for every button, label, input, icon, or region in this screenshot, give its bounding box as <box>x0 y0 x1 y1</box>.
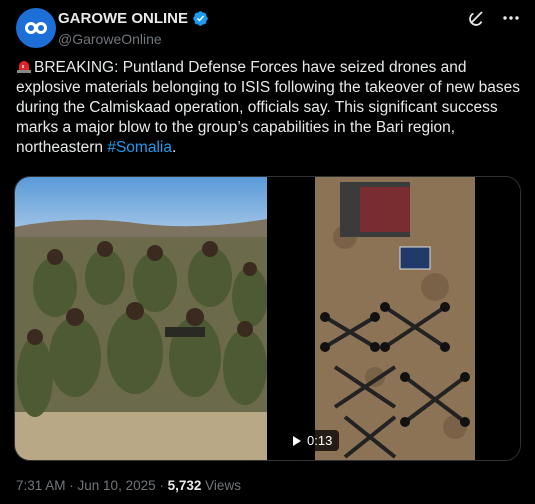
tweet-media[interactable]: 0:13 <box>14 176 521 461</box>
video-duration-badge[interactable]: 0:13 <box>286 430 340 451</box>
more-dots-icon[interactable] <box>501 8 521 28</box>
soldiers-group-photo[interactable] <box>15 177 267 461</box>
tweet-body-text: BREAKING: Puntland Defense Forces have s… <box>16 59 521 156</box>
views-count: 5,732 <box>167 478 202 493</box>
video-right-pad <box>475 177 520 460</box>
views-label: Views <box>205 478 241 493</box>
grok-icon[interactable] <box>467 8 487 28</box>
header-actions <box>467 8 521 28</box>
display-name-text[interactable]: GAROWE ONLINE <box>58 10 188 27</box>
tweet-date[interactable]: Jun 10, 2025 <box>78 478 156 493</box>
meta-separator-2: · <box>155 478 168 493</box>
police-siren-emoji <box>17 61 31 73</box>
video-left-pad <box>267 177 315 460</box>
author-display-name[interactable]: GAROWE ONLINE <box>58 10 209 27</box>
tweet-time[interactable]: 7:31 AM <box>16 478 66 493</box>
tweet-text: BREAKING: Puntland Defense Forces have s… <box>16 58 521 158</box>
author-avatar[interactable] <box>16 8 56 48</box>
meta-separator: · <box>65 478 78 493</box>
author-names: GAROWE ONLINE @GaroweOnline <box>58 10 209 47</box>
seized-drones-video[interactable] <box>315 177 475 461</box>
garowe-logo-icon <box>25 22 47 34</box>
video-duration-text: 0:13 <box>307 433 333 448</box>
tweet-header: GAROWE ONLINE @GaroweOnline <box>16 8 521 48</box>
verified-badge-icon <box>193 11 208 26</box>
author-handle[interactable]: @GaroweOnline <box>58 31 209 47</box>
hashtag-link[interactable]: #Somalia <box>107 139 172 156</box>
tweet-body-end: . <box>171 139 177 156</box>
tweet-meta: 7:31 AM · Jun 10, 2025 · 5,732 Views <box>16 478 241 493</box>
play-icon <box>293 435 301 446</box>
